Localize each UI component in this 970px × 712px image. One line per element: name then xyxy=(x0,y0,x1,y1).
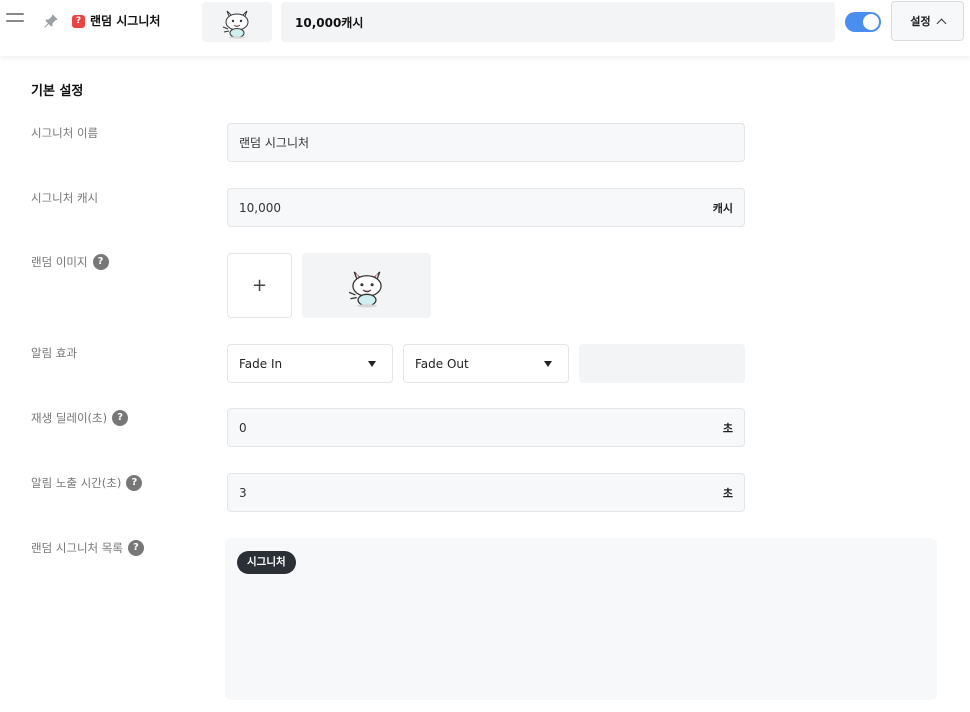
random-signature-list-label: 랜덤 시그니처 목록 ? xyxy=(31,540,144,556)
playback-delay-value: 0 xyxy=(239,420,247,435)
signature-thumbnail[interactable] xyxy=(202,2,272,42)
page-title: 랜덤 시그니처 xyxy=(90,14,161,28)
alert-duration-input[interactable]: 3 초 xyxy=(227,473,745,512)
cash-unit: 캐시 xyxy=(712,201,733,215)
random-image-preview[interactable] xyxy=(302,253,431,318)
playback-delay-input[interactable]: 0 초 xyxy=(227,408,745,447)
cat-mascot-icon xyxy=(348,270,382,307)
add-image-button[interactable]: + xyxy=(227,253,292,318)
signature-enabled-toggle[interactable] xyxy=(845,12,881,32)
settings-collapse-button[interactable]: 설정 xyxy=(891,1,964,41)
alert-effect-label: 알림 효과 xyxy=(31,346,77,360)
signature-chip[interactable]: 시그니처 xyxy=(237,551,296,574)
caret-down-icon xyxy=(544,360,552,367)
fade-out-value: Fade Out xyxy=(415,356,469,371)
help-icon[interactable]: ? xyxy=(126,475,143,491)
signature-cash-value: 10,000 xyxy=(239,200,281,215)
cat-mascot-icon xyxy=(222,10,249,39)
caret-down-icon xyxy=(368,360,376,367)
top-bar: ? 랜덤 시그니처 10,000캐시 설정 xyxy=(0,0,970,56)
signature-name-value: 랜덤 시그니처 xyxy=(239,136,310,150)
seconds-unit: 초 xyxy=(722,486,733,500)
chevron-up-icon xyxy=(936,18,947,28)
random-image-label: 랜덤 이미지 ? xyxy=(31,254,109,270)
help-icon[interactable]: ? xyxy=(127,540,144,556)
help-icon[interactable]: ? xyxy=(112,410,129,426)
title-badge-icon: ? xyxy=(72,15,85,28)
help-icon[interactable]: ? xyxy=(92,254,109,270)
signature-name-input[interactable]: 랜덤 시그니처 xyxy=(227,123,745,162)
signature-name-label: 시그니처 이름 xyxy=(31,126,99,140)
seconds-unit: 초 xyxy=(722,421,733,435)
fade-in-select[interactable]: Fade In xyxy=(227,344,393,383)
fade-in-value: Fade In xyxy=(239,356,283,371)
alert-duration-value: 3 xyxy=(239,485,247,500)
playback-delay-label: 재생 딜레이(초) ? xyxy=(31,410,129,426)
fade-out-select[interactable]: Fade Out xyxy=(403,344,569,383)
signature-amount-display: 10,000캐시 xyxy=(281,2,835,42)
section-title: 기본 설정 xyxy=(31,84,84,99)
menu-icon[interactable] xyxy=(6,13,26,27)
signature-cash-input[interactable]: 10,000 캐시 xyxy=(227,188,745,227)
alert-duration-label: 알림 노출 시간(초) ? xyxy=(31,475,143,491)
settings-button-label: 설정 xyxy=(910,15,931,28)
random-signature-list[interactable]: 시그니처 xyxy=(225,538,937,700)
effect-extra-field[interactable] xyxy=(579,344,745,383)
pin-icon[interactable] xyxy=(42,12,60,30)
signature-cash-label: 시그니처 캐시 xyxy=(31,191,99,205)
